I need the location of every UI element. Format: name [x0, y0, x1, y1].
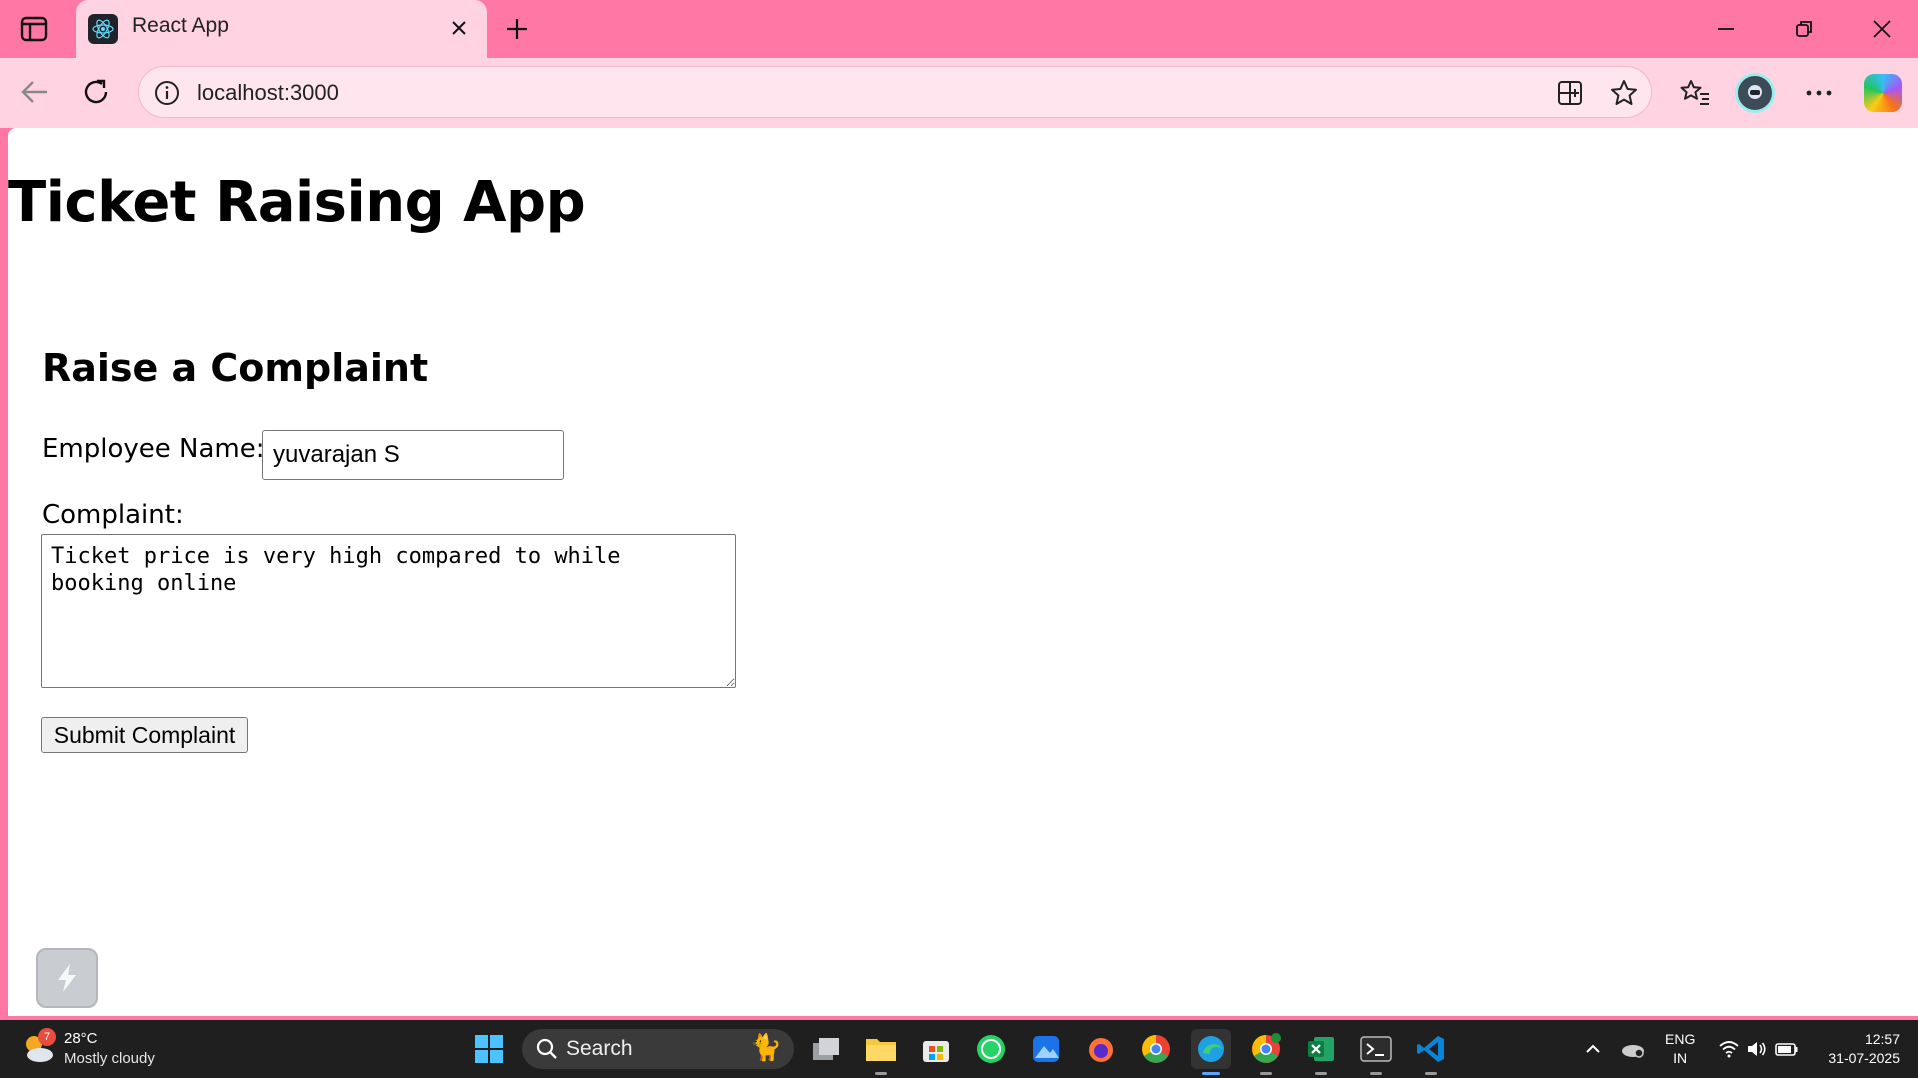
weather-description[interactable]: Mostly cloudy [64, 1050, 155, 1067]
sidebar-toggle-icon[interactable] [18, 14, 50, 44]
complaint-textarea[interactable]: Ticket price is very high compared to wh… [41, 534, 736, 688]
complaint-label: Complaint: [42, 500, 184, 530]
employee-name-input[interactable] [262, 430, 564, 480]
battery-icon[interactable] [1772, 1034, 1802, 1064]
clock-date: 31-07-2025 [1828, 1050, 1900, 1066]
terminal-icon[interactable] [1356, 1029, 1396, 1075]
close-tab-icon[interactable] [445, 14, 473, 42]
whatsapp-icon[interactable] [971, 1029, 1011, 1069]
chrome-profile-icon[interactable] [1246, 1029, 1286, 1075]
region-code: IN [1673, 1050, 1688, 1066]
new-tab-button[interactable] [500, 12, 534, 46]
taskbar-clock[interactable]: 12:57 31-07-2025 [1818, 1030, 1900, 1068]
split-screen-icon[interactable] [1553, 77, 1587, 109]
firefox-icon[interactable] [1081, 1029, 1121, 1069]
vscode-icon[interactable] [1411, 1029, 1451, 1075]
profile-avatar[interactable] [1734, 72, 1776, 114]
onedrive-cloud-icon[interactable] [1618, 1034, 1648, 1064]
file-explorer-icon[interactable] [861, 1029, 901, 1075]
search-label: Search [566, 1037, 633, 1060]
windows-start-icon[interactable] [469, 1029, 509, 1069]
excel-icon[interactable] [1301, 1029, 1341, 1075]
minimize-button[interactable] [1706, 12, 1746, 46]
volume-icon[interactable] [1742, 1034, 1772, 1064]
submit-complaint-button[interactable]: Submit Complaint [41, 717, 248, 753]
microsoft-store-icon[interactable] [916, 1029, 956, 1069]
favorites-icon[interactable] [1674, 72, 1716, 114]
extension-floating-icon[interactable] [36, 948, 98, 1008]
wifi-icon[interactable] [1714, 1034, 1744, 1064]
browser-toolbar: localhost:3000 [0, 58, 1918, 128]
tab-title: React App [132, 14, 229, 37]
windows-taskbar: 7 28°C Mostly cloudy Search 🐈 ENG IN 12:… [0, 1020, 1918, 1078]
edge-browser-icon[interactable] [1191, 1029, 1231, 1075]
react-logo-icon [88, 14, 118, 44]
language-code: ENG [1665, 1031, 1696, 1047]
employee-name-label: Employee Name: [42, 434, 265, 464]
browser-titlebar: React App [0, 0, 1918, 58]
copilot-icon[interactable] [1862, 72, 1904, 114]
restore-button[interactable] [1784, 12, 1824, 46]
more-options-icon[interactable] [1798, 72, 1840, 114]
weather-temperature[interactable]: 28°C [64, 1030, 98, 1047]
browser-tab-active[interactable]: React App [76, 0, 487, 58]
page-title: Ticket Raising App [8, 170, 586, 235]
clock-time: 12:57 [1864, 1031, 1900, 1047]
language-indicator[interactable]: ENG IN [1665, 1030, 1695, 1068]
address-bar[interactable]: localhost:3000 [138, 66, 1652, 118]
photos-icon[interactable] [1026, 1029, 1066, 1069]
weather-alert-badge: 7 [38, 1028, 56, 1046]
section-title: Raise a Complaint [42, 346, 429, 390]
search-highlight-icon: 🐈 [749, 1033, 782, 1063]
reload-button[interactable] [76, 72, 116, 112]
search-icon [536, 1038, 558, 1060]
show-hidden-icons-chevron-icon[interactable] [1578, 1034, 1608, 1064]
chrome-icon[interactable] [1136, 1029, 1176, 1069]
page-viewport: Ticket Raising App Raise a Complaint Emp… [8, 128, 1918, 1016]
favorite-star-icon[interactable] [1607, 77, 1641, 109]
site-info-icon[interactable] [153, 79, 181, 107]
close-window-button[interactable] [1862, 12, 1902, 46]
task-view-icon[interactable] [806, 1029, 846, 1069]
back-button[interactable] [14, 72, 54, 112]
taskbar-search-box[interactable]: Search 🐈 [522, 1029, 794, 1069]
address-url[interactable]: localhost:3000 [197, 80, 339, 106]
